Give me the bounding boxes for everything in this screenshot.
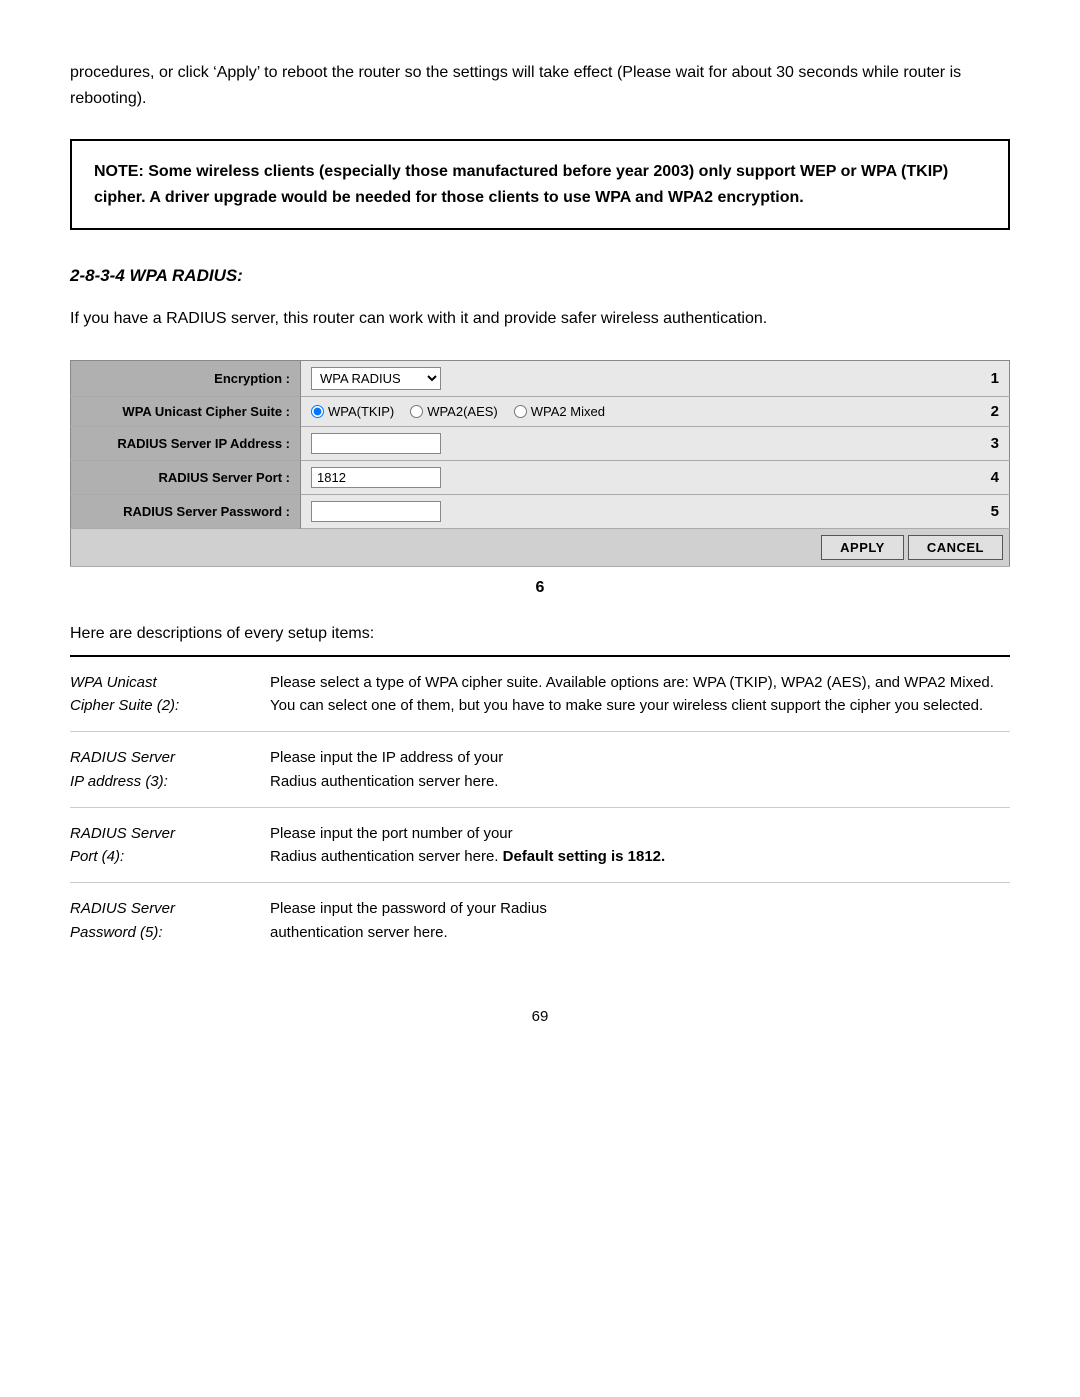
cipher-row: WPA Unicast Cipher Suite : WPA(TKIP) WPA… — [71, 396, 1010, 426]
radius-ip-input[interactable] — [311, 433, 441, 454]
desc-def-port: Please input the port number of your Rad… — [270, 807, 1010, 883]
cipher-label-tkip: WPA(TKIP) — [328, 404, 394, 419]
note-box: NOTE: Some wireless clients (especially … — [70, 139, 1010, 230]
cipher-radio-mixed[interactable] — [514, 405, 527, 418]
desc-row-port: RADIUS Server Port (4): Please input the… — [70, 807, 1010, 883]
cipher-option-mixed[interactable]: WPA2 Mixed — [514, 404, 605, 419]
button-cell: APPLY CANCEL — [301, 528, 1010, 566]
desc-term-pw: RADIUS Server Password (5): — [70, 883, 270, 958]
button-row: APPLY CANCEL — [71, 528, 1010, 566]
desc-term-port-1: RADIUS Server — [70, 825, 175, 842]
radius-pw-row: RADIUS Server Password : 5 — [71, 494, 1010, 528]
desc-term-ip-2: IP address (3): — [70, 773, 168, 790]
desc-row-pw: RADIUS Server Password (5): Please input… — [70, 883, 1010, 958]
desc-term-port: RADIUS Server Port (4): — [70, 807, 270, 883]
desc-term-port-2: Port (4): — [70, 848, 124, 865]
cipher-option-tkip[interactable]: WPA(TKIP) — [311, 404, 394, 419]
desc-term-cipher-1: WPA Unicast — [70, 674, 157, 691]
radius-port-row: RADIUS Server Port : 4 — [71, 460, 1010, 494]
config-table: Encryption : WPA RADIUS 1 WPA Unicast Ci… — [70, 360, 1010, 567]
note-text: NOTE: Some wireless clients (especially … — [94, 159, 986, 210]
intro-text: procedures, or click ‘Apply’ to reboot t… — [70, 60, 1010, 111]
encryption-label: Encryption : — [71, 360, 301, 396]
num-6: 6 — [70, 575, 1010, 597]
radius-pw-label: RADIUS Server Password : — [71, 494, 301, 528]
desc-row-ip: RADIUS Server IP address (3): Please inp… — [70, 732, 1010, 808]
radius-ip-row: RADIUS Server IP Address : 3 — [71, 426, 1010, 460]
radius-port-value-cell — [301, 460, 980, 494]
radius-ip-num: 3 — [980, 426, 1010, 460]
desc-def-cipher: Please select a type of WPA cipher suite… — [270, 657, 1010, 732]
radius-pw-num: 5 — [980, 494, 1010, 528]
apply-button[interactable]: APPLY — [821, 535, 904, 560]
desc-term-ip: RADIUS Server IP address (3): — [70, 732, 270, 808]
desc-term-pw-1: RADIUS Server — [70, 900, 175, 917]
radius-port-num: 4 — [980, 460, 1010, 494]
encryption-value-cell: WPA RADIUS — [301, 360, 980, 396]
desc-def-port-bold: Default setting is 1812. — [503, 848, 666, 865]
desc-row-cipher: WPA Unicast Cipher Suite (2): Please sel… — [70, 657, 1010, 732]
radius-ip-label: RADIUS Server IP Address : — [71, 426, 301, 460]
desc-table: WPA Unicast Cipher Suite (2): Please sel… — [70, 657, 1010, 958]
radius-pw-value-cell — [301, 494, 980, 528]
desc-intro: Here are descriptions of every setup ite… — [70, 625, 1010, 643]
page-number: 69 — [70, 1008, 1010, 1025]
cipher-option-aes[interactable]: WPA2(AES) — [410, 404, 498, 419]
cancel-button[interactable]: CANCEL — [908, 535, 1003, 560]
cipher-value-cell: WPA(TKIP) WPA2(AES) WPA2 Mixed — [301, 396, 980, 426]
section-heading: 2-8-3-4 WPA RADIUS: — [70, 266, 1010, 286]
desc-def-pw: Please input the password of your Radius… — [270, 883, 1010, 958]
desc-term-cipher: WPA Unicast Cipher Suite (2): — [70, 657, 270, 732]
desc-term-ip-1: RADIUS Server — [70, 749, 175, 766]
radius-ip-value-cell — [301, 426, 980, 460]
button-label-spacer — [71, 528, 301, 566]
encryption-select[interactable]: WPA RADIUS — [311, 367, 441, 390]
desc-section: Here are descriptions of every setup ite… — [70, 625, 1010, 958]
encryption-num: 1 — [980, 360, 1010, 396]
cipher-options: WPA(TKIP) WPA2(AES) WPA2 Mixed — [311, 404, 970, 419]
cipher-label: WPA Unicast Cipher Suite : — [71, 396, 301, 426]
cipher-radio-aes[interactable] — [410, 405, 423, 418]
desc-term-pw-2: Password (5): — [70, 924, 163, 941]
cipher-label-mixed: WPA2 Mixed — [531, 404, 605, 419]
encryption-row: Encryption : WPA RADIUS 1 — [71, 360, 1010, 396]
cipher-num: 2 — [980, 396, 1010, 426]
section-desc: If you have a RADIUS server, this router… — [70, 306, 1010, 332]
radius-pw-input[interactable] — [311, 501, 441, 522]
radius-port-input[interactable] — [311, 467, 441, 488]
desc-def-ip: Please input the IP address of your Radi… — [270, 732, 1010, 808]
radius-port-label: RADIUS Server Port : — [71, 460, 301, 494]
cipher-radio-tkip[interactable] — [311, 405, 324, 418]
cipher-label-aes: WPA2(AES) — [427, 404, 498, 419]
desc-term-cipher-2: Cipher Suite (2): — [70, 697, 179, 714]
